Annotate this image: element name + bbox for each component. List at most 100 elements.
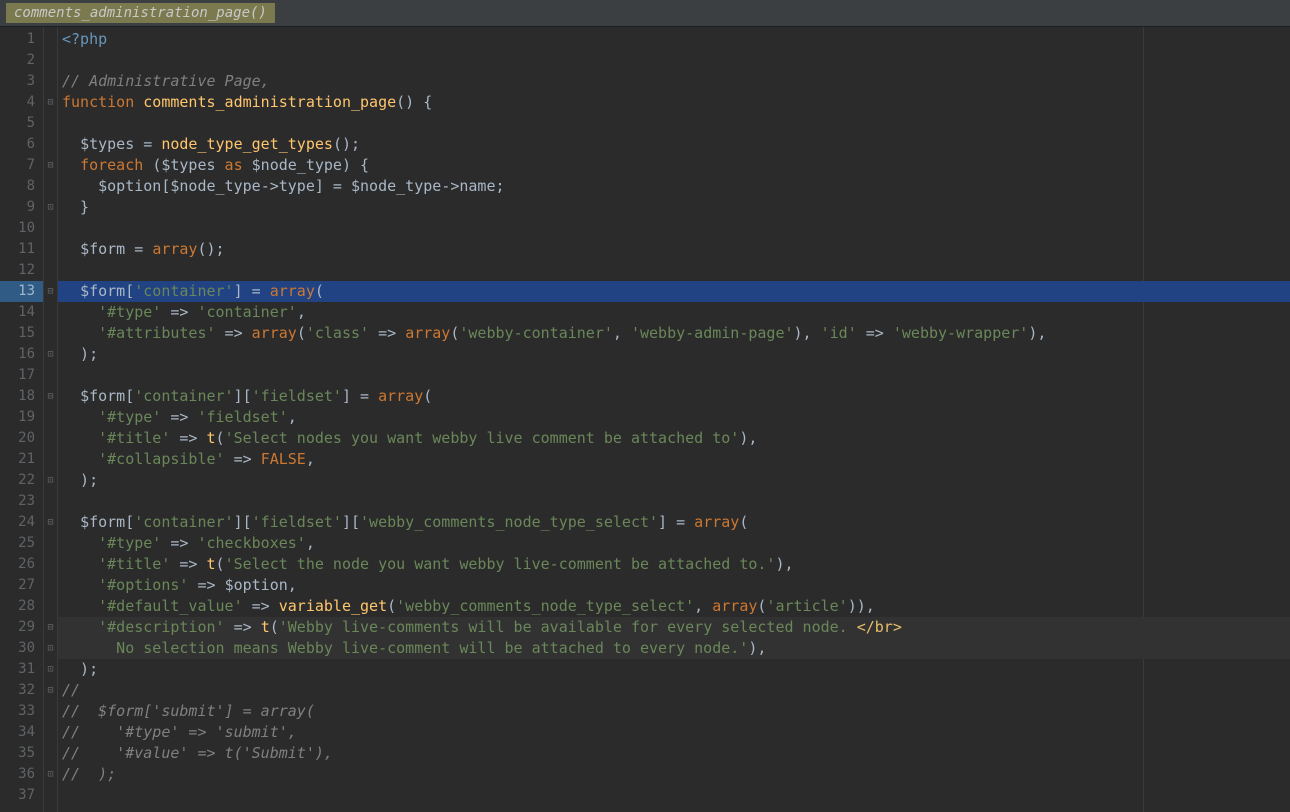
fold-marker[interactable] (44, 113, 57, 134)
code-line[interactable]: '#options' => $option, (58, 575, 1290, 596)
fold-column[interactable]: ⊟⊟⊡⊟⊡⊟⊡⊟⊟⊡⊡⊟⊡ (44, 27, 58, 812)
code-line[interactable] (58, 260, 1290, 281)
line-number: 31 (0, 659, 43, 680)
code-line[interactable] (58, 218, 1290, 239)
fold-marker[interactable] (44, 743, 57, 764)
fold-marker[interactable] (44, 407, 57, 428)
fold-marker[interactable]: ⊡ (44, 344, 57, 365)
code-line[interactable]: // (58, 680, 1290, 701)
fold-marker[interactable] (44, 596, 57, 617)
fold-marker[interactable] (44, 29, 57, 50)
fold-marker[interactable]: ⊟ (44, 617, 57, 638)
fold-marker[interactable]: ⊡ (44, 764, 57, 785)
line-number: 18 (0, 386, 43, 407)
code-line[interactable]: '#attributes' => array('class' => array(… (58, 323, 1290, 344)
fold-marker[interactable] (44, 323, 57, 344)
code-line[interactable]: } (58, 197, 1290, 218)
code-editor[interactable]: 1234567891011121314151617181920212223242… (0, 27, 1290, 812)
code-line[interactable]: '#type' => 'checkboxes', (58, 533, 1290, 554)
line-number: 14 (0, 302, 43, 323)
line-number: 26 (0, 554, 43, 575)
fold-marker[interactable] (44, 50, 57, 71)
code-line[interactable]: // '#value' => t('Submit'), (58, 743, 1290, 764)
line-number: 1 (0, 29, 43, 50)
fold-marker[interactable] (44, 365, 57, 386)
breadcrumb-function[interactable]: comments_administration_page() (6, 3, 275, 23)
code-line[interactable]: function comments_administration_page() … (58, 92, 1290, 113)
line-number: 28 (0, 596, 43, 617)
code-line[interactable] (58, 50, 1290, 71)
fold-marker[interactable]: ⊡ (44, 638, 57, 659)
fold-marker[interactable] (44, 428, 57, 449)
fold-marker[interactable]: ⊟ (44, 92, 57, 113)
line-number: 8 (0, 176, 43, 197)
code-line[interactable]: ); (58, 659, 1290, 680)
fold-marker[interactable] (44, 71, 57, 92)
code-line[interactable]: $form['container']['fieldset'] = array( (58, 386, 1290, 407)
line-number: 12 (0, 260, 43, 281)
code-line[interactable]: $types = node_type_get_types(); (58, 134, 1290, 155)
code-line[interactable] (58, 491, 1290, 512)
line-number: 3 (0, 71, 43, 92)
code-line[interactable]: No selection means Webby live-comment wi… (58, 638, 1290, 659)
fold-marker[interactable] (44, 491, 57, 512)
fold-marker[interactable] (44, 701, 57, 722)
code-line[interactable]: ); (58, 470, 1290, 491)
line-number: 6 (0, 134, 43, 155)
code-line[interactable]: $option[$node_type->type] = $node_type->… (58, 176, 1290, 197)
code-line[interactable]: '#title' => t('Select nodes you want web… (58, 428, 1290, 449)
fold-marker[interactable] (44, 260, 57, 281)
code-line[interactable]: '#type' => 'container', (58, 302, 1290, 323)
fold-marker[interactable] (44, 239, 57, 260)
code-line[interactable]: <?php (58, 29, 1290, 50)
fold-marker[interactable] (44, 302, 57, 323)
code-line[interactable]: // ); (58, 764, 1290, 785)
fold-marker[interactable]: ⊟ (44, 512, 57, 533)
fold-marker[interactable]: ⊡ (44, 470, 57, 491)
code-line[interactable]: '#collapsible' => FALSE, (58, 449, 1290, 470)
fold-marker[interactable]: ⊟ (44, 155, 57, 176)
line-number: 13 (0, 281, 43, 302)
line-number: 33 (0, 701, 43, 722)
fold-marker[interactable]: ⊡ (44, 197, 57, 218)
line-number: 17 (0, 365, 43, 386)
fold-marker[interactable] (44, 722, 57, 743)
code-line[interactable]: '#type' => 'fieldset', (58, 407, 1290, 428)
fold-marker[interactable] (44, 554, 57, 575)
fold-marker[interactable] (44, 575, 57, 596)
line-number: 16 (0, 344, 43, 365)
code-line[interactable]: foreach ($types as $node_type) { (58, 155, 1290, 176)
code-line[interactable]: ); (58, 344, 1290, 365)
code-line[interactable]: // '#type' => 'submit', (58, 722, 1290, 743)
line-number: 19 (0, 407, 43, 428)
fold-marker[interactable]: ⊟ (44, 386, 57, 407)
line-number-gutter: 1234567891011121314151617181920212223242… (0, 27, 44, 812)
code-area[interactable]: <?php // Administrative Page,function com… (58, 27, 1290, 812)
fold-marker[interactable] (44, 176, 57, 197)
code-line[interactable] (58, 785, 1290, 806)
breadcrumb-bar: comments_administration_page() (0, 0, 1290, 27)
line-number: 30 (0, 638, 43, 659)
code-line[interactable]: $form['container'] = array( (58, 281, 1290, 302)
fold-marker[interactable] (44, 533, 57, 554)
code-line[interactable]: // $form['submit'] = array( (58, 701, 1290, 722)
fold-marker[interactable]: ⊟ (44, 281, 57, 302)
fold-marker[interactable] (44, 785, 57, 806)
code-line[interactable]: '#description' => t('Webby live-comments… (58, 617, 1290, 638)
code-line[interactable] (58, 365, 1290, 386)
code-line[interactable] (58, 113, 1290, 134)
fold-marker[interactable]: ⊡ (44, 659, 57, 680)
code-line[interactable]: '#title' => t('Select the node you want … (58, 554, 1290, 575)
line-number: 22 (0, 470, 43, 491)
code-line[interactable]: $form['container']['fieldset']['webby_co… (58, 512, 1290, 533)
fold-marker[interactable]: ⊟ (44, 680, 57, 701)
fold-marker[interactable] (44, 449, 57, 470)
code-line[interactable]: '#default_value' => variable_get('webby_… (58, 596, 1290, 617)
line-number: 5 (0, 113, 43, 134)
code-line[interactable]: // Administrative Page, (58, 71, 1290, 92)
code-line[interactable]: $form = array(); (58, 239, 1290, 260)
fold-marker[interactable] (44, 218, 57, 239)
line-number: 36 (0, 764, 43, 785)
fold-marker[interactable] (44, 134, 57, 155)
line-number: 2 (0, 50, 43, 71)
